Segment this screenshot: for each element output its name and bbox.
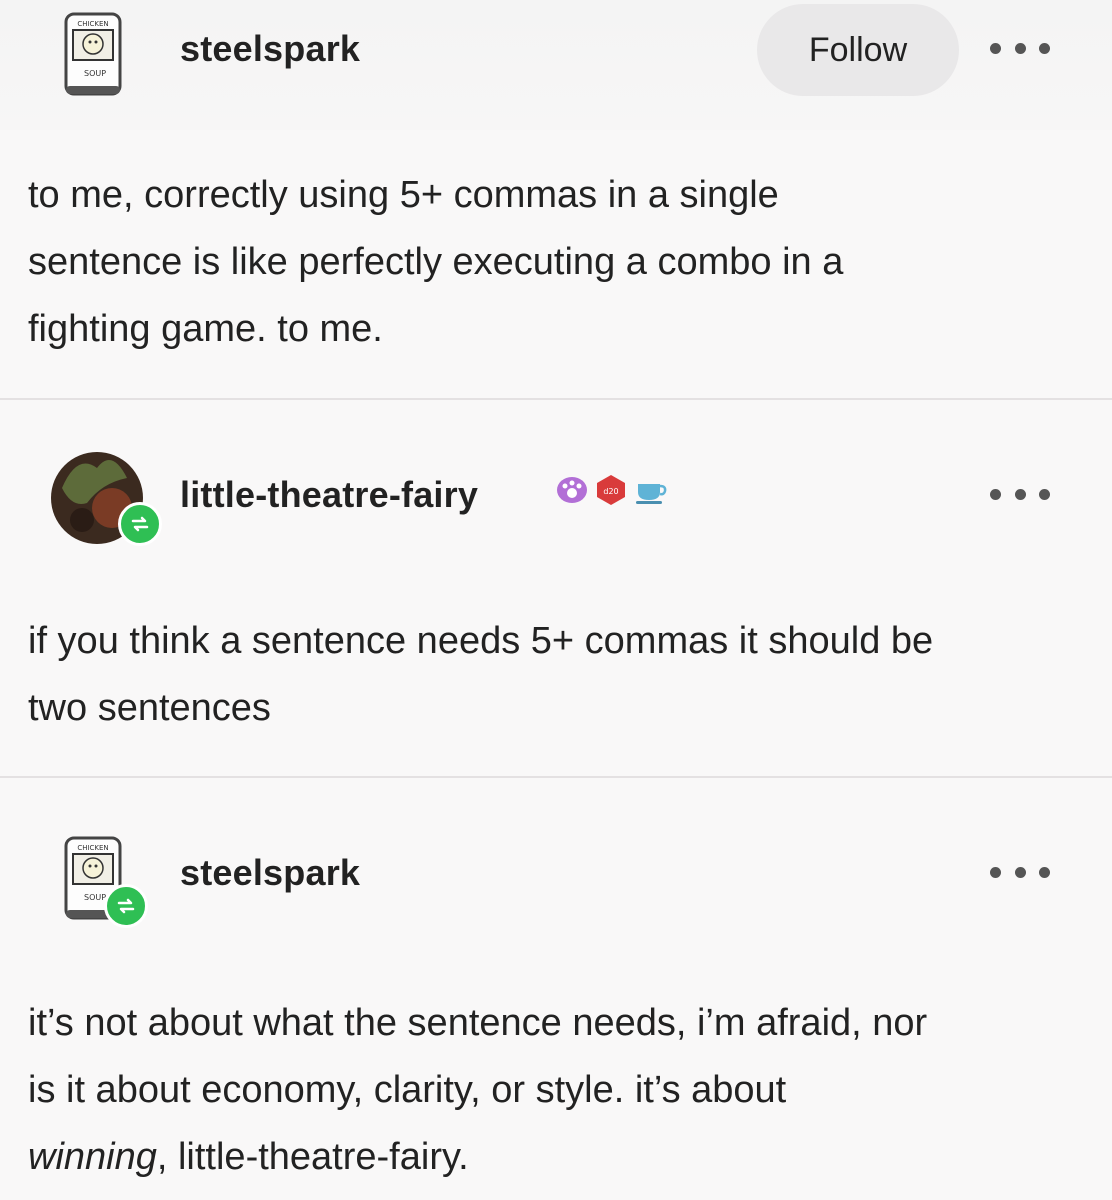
post-3-italic-word: winning [28,1136,157,1178]
post-3-more-icon[interactable] [990,862,1050,882]
divider-2 [0,776,1112,778]
post-1-line-2: sentence is like perfectly executing a c… [28,241,844,283]
svg-text:SOUP: SOUP [84,69,106,78]
post-3-body: it’s not about what the sentence needs, … [28,990,1088,1191]
svg-text:SOUP: SOUP [84,893,106,902]
teacup-badge-icon [636,484,667,504]
post-1-more-icon[interactable] [990,38,1050,58]
post-1-line-1: to me, correctly using 5+ commas in a si… [28,174,779,216]
reblog-icon [118,502,162,546]
post-1-body: to me, correctly using 5+ commas in a si… [28,162,1088,363]
post-2-line-2: two sentences [28,687,271,729]
post-1-username[interactable]: steelspark [180,28,360,70]
svg-text:CHICKEN: CHICKEN [77,844,108,852]
svg-text:d20: d20 [603,487,618,496]
soup-can-avatar[interactable]: CHICKEN SOUP [64,12,122,96]
user-badges: d20 [555,474,667,506]
divider-1 [0,398,1112,400]
post-1-line-3: fighting game. to me. [28,308,383,350]
post-3-username[interactable]: steelspark [180,852,360,894]
dice-badge-icon: d20 [597,475,625,505]
reblog-icon-2 [104,884,148,928]
paw-badge-icon [557,477,587,503]
post-3-line-1: it’s not about what the sentence needs, … [28,1002,928,1044]
svg-text:CHICKEN: CHICKEN [77,20,108,28]
follow-button[interactable]: Follow [757,4,959,96]
post-2-body: if you think a sentence needs 5+ commas … [28,608,1088,742]
post-1-header: CHICKEN SOUP steelspark Follow [0,0,1112,130]
post-2-more-icon[interactable] [990,484,1050,504]
post-3-line-3-rest: , little-theatre-fairy. [156,1136,469,1178]
post-3-line-2: is it about economy, clarity, or style. … [28,1069,787,1111]
post-2-username[interactable]: little-theatre-fairy [180,474,478,516]
post-2-line-1: if you think a sentence needs 5+ commas … [28,620,934,662]
